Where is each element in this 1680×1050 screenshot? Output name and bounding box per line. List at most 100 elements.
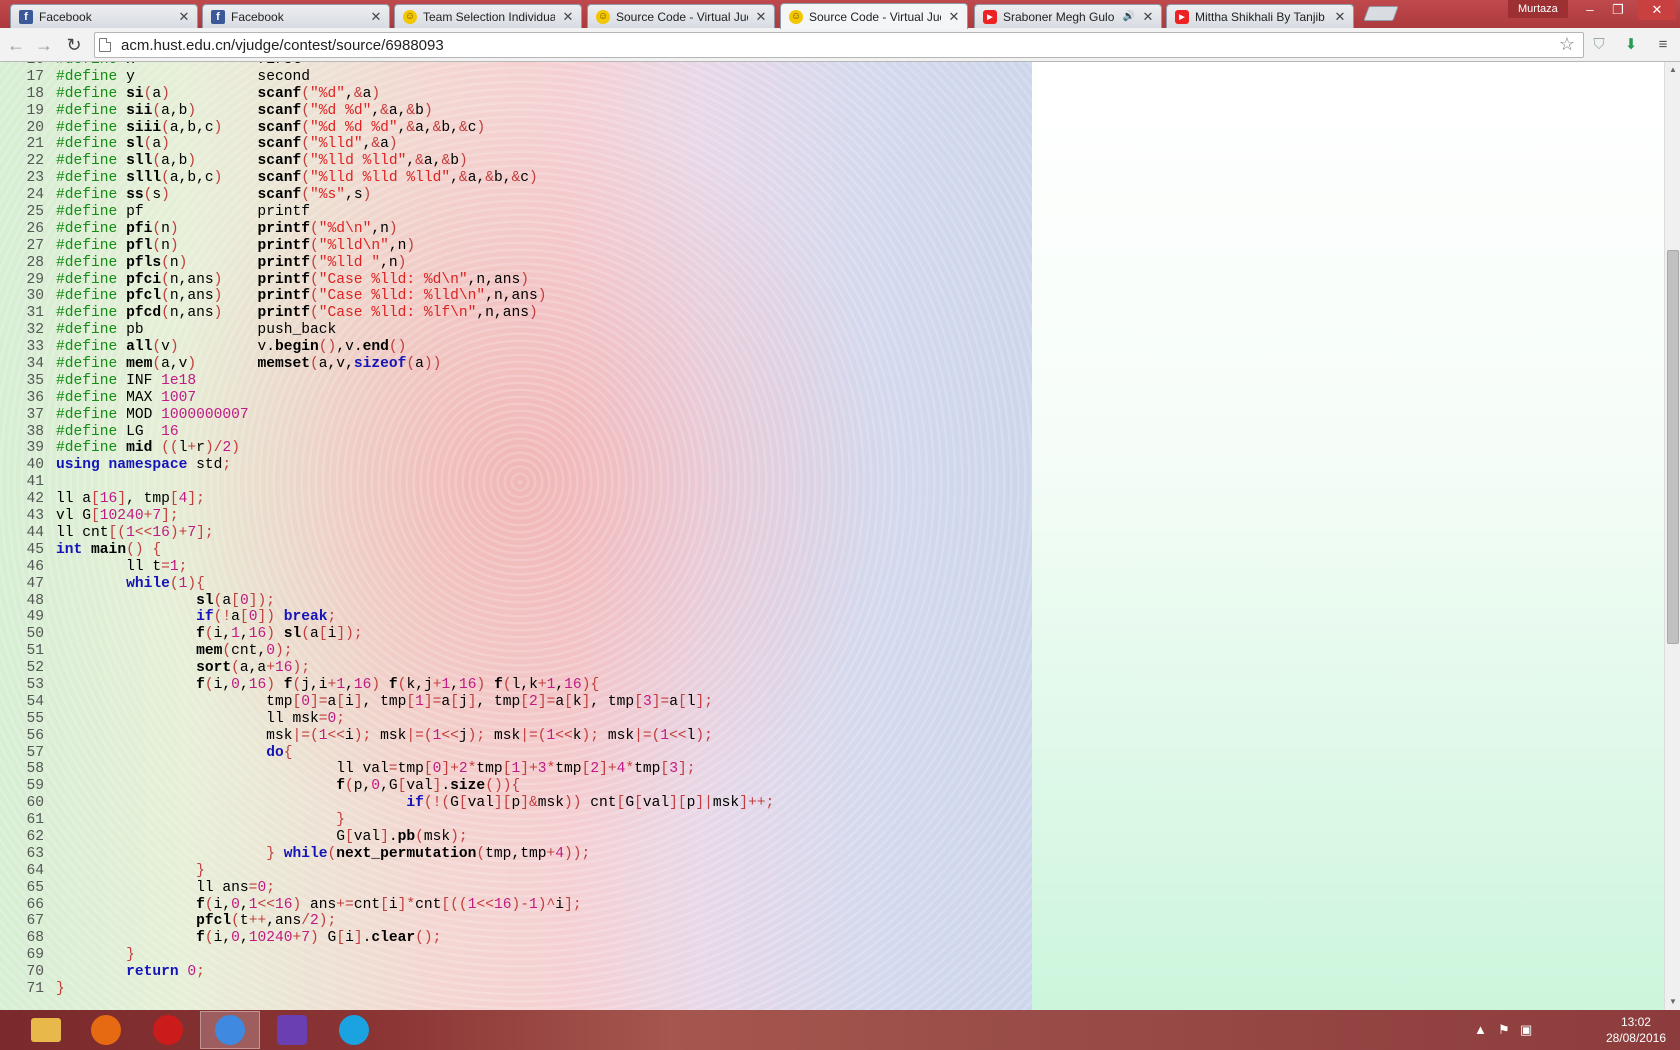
clock[interactable]: 13:02 28/08/2016 [1606, 1014, 1666, 1046]
vjudge-icon: ☺ [403, 9, 417, 24]
line-number: 56 [26, 727, 44, 744]
close-tab-icon[interactable]: ✕ [561, 9, 575, 24]
line-number: 61 [26, 812, 44, 829]
code-line: 28 #define pfls(n) printf("%lld ",n) [0, 255, 1032, 272]
taskbar-app-5[interactable] [262, 1011, 322, 1049]
close-tab-icon[interactable]: ✕ [369, 9, 383, 24]
tab-2[interactable]: f Facebook ✕ [202, 4, 390, 28]
scroll-down-arrow-icon[interactable]: ▼ [1665, 994, 1680, 1010]
reload-button[interactable]: ↻ [62, 33, 86, 57]
flag-icon[interactable]: ⚑ [1498, 1022, 1510, 1038]
line-number: 70 [26, 964, 44, 981]
tray-expand-icon[interactable]: ▲ [1474, 1022, 1487, 1037]
code-text: vl G[10240+7]; [56, 508, 179, 525]
code-line: 51 mem(cnt,0); [0, 643, 1032, 660]
code-text: #define pfi(n) printf("%d\n",n) [56, 220, 398, 237]
code-line: 64 } [0, 863, 1032, 880]
code-text: #define mid ((l+r)/2) [56, 440, 240, 457]
taskbar-app-6[interactable] [324, 1011, 384, 1049]
line-number: 67 [26, 913, 44, 930]
taskbar-app-4[interactable] [200, 1011, 260, 1049]
close-tab-icon[interactable]: ✕ [1141, 9, 1155, 24]
skype-icon [339, 1015, 369, 1045]
code-line: 29 #define pfci(n,ans) printf("Case %lld:… [0, 272, 1032, 289]
code-line: 65 ll ans=0; [0, 880, 1032, 897]
facebook-icon: f [211, 9, 225, 24]
line-number: 38 [26, 423, 44, 440]
network-icon[interactable]: ▣ [1520, 1022, 1532, 1038]
tab-1[interactable]: f Facebook ✕ [10, 4, 198, 28]
scrollbar-thumb[interactable] [1667, 250, 1679, 645]
line-number: 22 [26, 153, 44, 170]
code-text: #define pfcd(n,ans) printf("Case %lld: %… [56, 305, 538, 322]
line-number: 57 [26, 744, 44, 761]
line-number: 21 [26, 136, 44, 153]
back-button[interactable]: ← [4, 33, 28, 57]
code-text: } [336, 812, 346, 829]
tab-6[interactable]: ▶ Sraboner Megh Gulo 🔊 ✕ [974, 4, 1162, 28]
code-text: #define x first [56, 62, 301, 69]
code-line: 19 #define sii(a,b) scanf("%d %d",&a,&b) [0, 103, 1032, 120]
code-line: 49 if(!a[0]) break; [0, 609, 1032, 626]
line-number: 34 [26, 356, 44, 373]
line-number: 66 [26, 896, 44, 913]
tab-4[interactable]: ☺ Source Code - Virtual Judge ✕ [587, 4, 775, 28]
code-line: 39 #define mid ((l+r)/2) [0, 440, 1032, 457]
minimize-button[interactable]: – [1576, 0, 1604, 20]
code-line: 62 G[val].pb(msk); [0, 829, 1032, 846]
code-line: 68 f(i,0,10240+7) G[i].clear(); [0, 930, 1032, 947]
line-number: 52 [26, 660, 44, 677]
taskbar-app-3[interactable] [138, 1011, 198, 1049]
shield-extension-icon[interactable]: ⛉ [1588, 34, 1610, 56]
code-line: 50 f(i,1,16) sl(a[i]); [0, 626, 1032, 643]
code-line: 46 ll t=1; [0, 559, 1032, 576]
code-line: 36 #define MAX 1007 [0, 390, 1032, 407]
code-text: msk|=(1<<i); msk|=(1<<j); msk|=(1<<k); m… [56, 727, 713, 744]
close-tab-icon[interactable]: ✕ [947, 9, 961, 24]
code-text: pfcl(t++,ans/2); [196, 913, 337, 930]
line-number: 47 [26, 575, 44, 592]
tab-3[interactable]: ☺ Team Selection Individual ✕ [394, 4, 582, 28]
taskbar-app-2[interactable] [76, 1011, 136, 1049]
close-tab-icon[interactable]: ✕ [177, 9, 191, 24]
vertical-scrollbar[interactable]: ▲ ▼ [1664, 62, 1680, 1010]
url-text[interactable]: acm.hust.edu.cn/vjudge/contest/source/69… [121, 37, 444, 54]
code-text: } while(next_permutation(tmp,tmp+4)); [266, 845, 591, 862]
reload-icon: ↻ [66, 35, 82, 55]
close-tab-icon[interactable]: ✕ [754, 9, 768, 24]
scroll-up-arrow-icon[interactable]: ▲ [1665, 62, 1680, 78]
code-text: } [196, 862, 205, 879]
code-text: } [56, 980, 65, 997]
close-tab-icon[interactable]: ✕ [1333, 9, 1347, 24]
code-line: 70 return 0; [0, 964, 1032, 981]
close-window-button[interactable]: ✕ [1638, 0, 1676, 20]
maximize-button[interactable]: ❐ [1604, 0, 1632, 20]
page-background [1032, 62, 1664, 1010]
tab-7[interactable]: ▶ Mittha Shikhali By Tanjib S ✕ [1166, 4, 1354, 28]
tab-5[interactable]: ☺ Source Code - Virtual Judge ✕ [780, 3, 968, 29]
taskbar-app-1[interactable] [16, 1011, 76, 1049]
forward-button[interactable]: → [32, 33, 56, 57]
new-tab-button[interactable] [1363, 6, 1399, 21]
firefox-icon [91, 1015, 121, 1045]
code-line: 17 #define y second [0, 69, 1032, 86]
speaker-icon[interactable]: 🔊 [1123, 11, 1135, 22]
bookmark-star-icon[interactable]: ☆ [1559, 34, 1575, 55]
line-number: 46 [26, 558, 44, 575]
vjudge-icon: ☺ [596, 9, 610, 24]
code-text: if(!a[0]) break; [196, 609, 337, 626]
profile-button[interactable]: Murtaza [1508, 0, 1568, 18]
code-line: 66 f(i,0,1<<16) ans+=cnt[i]*cnt[((1<<16)… [0, 897, 1032, 914]
download-extension-icon[interactable]: ⬇ [1620, 34, 1642, 56]
code-text: #define ss(s) scanf("%s",s) [56, 187, 372, 204]
code-text: #define y second [56, 68, 310, 85]
code-text: #define MOD 1000000007 [56, 406, 249, 423]
address-bar[interactable]: acm.hust.edu.cn/vjudge/contest/source/69… [94, 32, 1584, 58]
code-line: 37 #define MOD 1000000007 [0, 407, 1032, 424]
chrome-menu-icon[interactable]: ≡ [1652, 34, 1674, 56]
line-number: 50 [26, 626, 44, 643]
code-text: f(i,0,10240+7) G[i].clear(); [196, 930, 442, 947]
code-line: 23 #define slll(a,b,c) scanf("%lld %lld %… [0, 170, 1032, 187]
code-text: #define siii(a,b,c) scanf("%d %d %d",&a,… [56, 119, 486, 136]
code-line: 18 #define si(a) scanf("%d",&a) [0, 86, 1032, 103]
